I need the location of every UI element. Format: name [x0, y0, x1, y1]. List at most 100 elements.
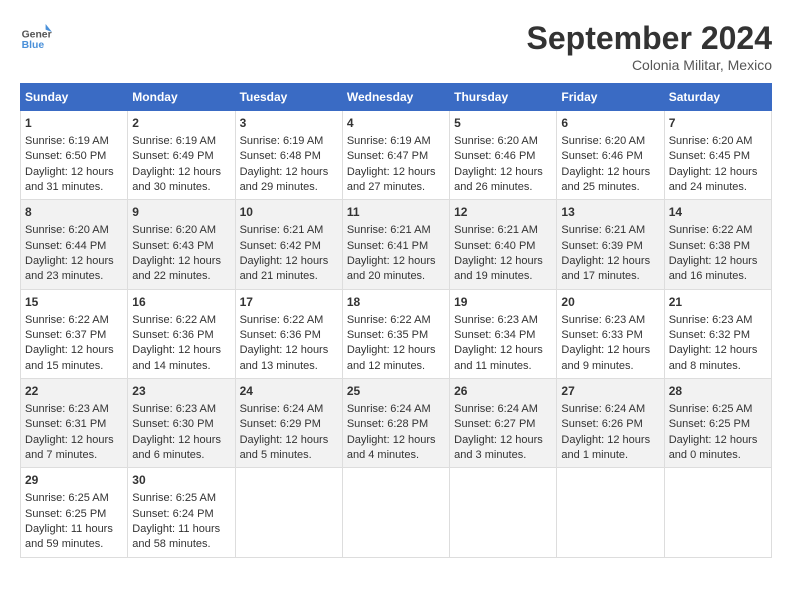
cell-info-line: and 11 minutes. [454, 359, 552, 374]
cell-info-line: and 0 minutes. [669, 448, 767, 463]
calendar-cell: 25Sunrise: 6:24 AMSunset: 6:28 PMDayligh… [342, 379, 449, 468]
day-number: 27 [561, 383, 659, 400]
day-number: 14 [669, 204, 767, 221]
calendar-cell: 30Sunrise: 6:25 AMSunset: 6:24 PMDayligh… [128, 468, 235, 557]
cell-info-line: Sunrise: 6:24 AM [561, 402, 659, 417]
calendar-title: September 2024 [527, 20, 772, 57]
cell-info-line: and 25 minutes. [561, 180, 659, 195]
generalblue-logo-icon: General Blue [20, 20, 52, 52]
cell-info-line: and 24 minutes. [669, 180, 767, 195]
cell-info-line: Sunrise: 6:25 AM [25, 491, 123, 506]
cell-info-line: Daylight: 12 hours [25, 165, 123, 180]
day-number: 1 [25, 115, 123, 132]
weekday-header-tuesday: Tuesday [235, 84, 342, 111]
cell-info-line: Sunset: 6:25 PM [669, 417, 767, 432]
cell-info-line: Sunset: 6:25 PM [25, 507, 123, 522]
day-number: 29 [25, 472, 123, 489]
cell-info-line: Daylight: 12 hours [240, 343, 338, 358]
weekday-header-wednesday: Wednesday [342, 84, 449, 111]
cell-info-line: Daylight: 12 hours [347, 433, 445, 448]
calendar-cell: 27Sunrise: 6:24 AMSunset: 6:26 PMDayligh… [557, 379, 664, 468]
cell-info-line: Sunset: 6:39 PM [561, 239, 659, 254]
cell-info-line: Sunrise: 6:19 AM [347, 134, 445, 149]
day-number: 17 [240, 294, 338, 311]
cell-info-line: Sunrise: 6:19 AM [240, 134, 338, 149]
cell-info-line: Sunset: 6:24 PM [132, 507, 230, 522]
cell-info-line: Sunset: 6:43 PM [132, 239, 230, 254]
cell-info-line: Daylight: 12 hours [132, 343, 230, 358]
cell-info-line: Sunrise: 6:20 AM [25, 223, 123, 238]
cell-info-line: Sunrise: 6:19 AM [25, 134, 123, 149]
cell-info-line: Sunrise: 6:21 AM [347, 223, 445, 238]
calendar-cell: 14Sunrise: 6:22 AMSunset: 6:38 PMDayligh… [664, 200, 771, 289]
cell-info-line: Daylight: 12 hours [454, 343, 552, 358]
day-number: 4 [347, 115, 445, 132]
cell-info-line: Daylight: 12 hours [561, 165, 659, 180]
cell-info-line: Sunrise: 6:20 AM [669, 134, 767, 149]
calendar-cell: 29Sunrise: 6:25 AMSunset: 6:25 PMDayligh… [21, 468, 128, 557]
cell-info-line: Sunrise: 6:21 AM [561, 223, 659, 238]
cell-info-line: Sunrise: 6:19 AM [132, 134, 230, 149]
day-number: 12 [454, 204, 552, 221]
cell-info-line: Sunset: 6:44 PM [25, 239, 123, 254]
day-number: 21 [669, 294, 767, 311]
cell-info-line: Sunset: 6:50 PM [25, 149, 123, 164]
cell-info-line: Sunset: 6:36 PM [132, 328, 230, 343]
svg-text:General: General [22, 30, 52, 41]
cell-info-line: Sunset: 6:49 PM [132, 149, 230, 164]
day-number: 2 [132, 115, 230, 132]
cell-info-line: and 26 minutes. [454, 180, 552, 195]
cell-info-line: and 23 minutes. [25, 269, 123, 284]
calendar-cell [664, 468, 771, 557]
calendar-cell: 6 Sunrise: 6:20 AMSunset: 6:46 PMDaylight… [557, 111, 664, 200]
calendar-cell: 9Sunrise: 6:20 AMSunset: 6:43 PMDaylight… [128, 200, 235, 289]
day-number: 6 [561, 115, 659, 132]
cell-info-line: and 21 minutes. [240, 269, 338, 284]
calendar-cell: 22Sunrise: 6:23 AMSunset: 6:31 PMDayligh… [21, 379, 128, 468]
cell-info-line: Daylight: 12 hours [25, 254, 123, 269]
calendar-week-row: 8Sunrise: 6:20 AMSunset: 6:44 PMDaylight… [21, 200, 772, 289]
cell-info-line: Sunset: 6:46 PM [561, 149, 659, 164]
cell-info-line: Daylight: 12 hours [454, 433, 552, 448]
cell-info-line: Sunrise: 6:21 AM [240, 223, 338, 238]
weekday-header-sunday: Sunday [21, 84, 128, 111]
cell-info-line: Daylight: 12 hours [25, 433, 123, 448]
day-number: 8 [25, 204, 123, 221]
calendar-cell [342, 468, 449, 557]
calendar-cell [235, 468, 342, 557]
day-number: 5 [454, 115, 552, 132]
cell-info-line: and 30 minutes. [132, 180, 230, 195]
calendar-cell: 1 Sunrise: 6:19 AMSunset: 6:50 PMDaylight… [21, 111, 128, 200]
day-number: 18 [347, 294, 445, 311]
calendar-title-block: September 2024 Colonia Militar, Mexico [527, 20, 772, 73]
cell-info-line: and 19 minutes. [454, 269, 552, 284]
cell-info-line: Sunset: 6:36 PM [240, 328, 338, 343]
calendar-cell: 12Sunrise: 6:21 AMSunset: 6:40 PMDayligh… [450, 200, 557, 289]
cell-info-line: Sunrise: 6:23 AM [132, 402, 230, 417]
cell-info-line: Daylight: 12 hours [561, 343, 659, 358]
day-number: 20 [561, 294, 659, 311]
day-number: 25 [347, 383, 445, 400]
calendar-cell: 23Sunrise: 6:23 AMSunset: 6:30 PMDayligh… [128, 379, 235, 468]
cell-info-line: Sunrise: 6:22 AM [347, 313, 445, 328]
weekday-header-saturday: Saturday [664, 84, 771, 111]
cell-info-line: Sunrise: 6:23 AM [454, 313, 552, 328]
cell-info-line: Sunset: 6:31 PM [25, 417, 123, 432]
cell-info-line: Daylight: 12 hours [669, 433, 767, 448]
cell-info-line: Sunrise: 6:22 AM [25, 313, 123, 328]
cell-info-line: Sunrise: 6:24 AM [240, 402, 338, 417]
cell-info-line: Sunrise: 6:21 AM [454, 223, 552, 238]
cell-info-line: Sunrise: 6:20 AM [561, 134, 659, 149]
cell-info-line: Daylight: 12 hours [561, 254, 659, 269]
cell-info-line: Sunrise: 6:20 AM [454, 134, 552, 149]
cell-info-line: and 29 minutes. [240, 180, 338, 195]
cell-info-line: and 16 minutes. [669, 269, 767, 284]
cell-info-line: Daylight: 12 hours [561, 433, 659, 448]
calendar-cell: 13Sunrise: 6:21 AMSunset: 6:39 PMDayligh… [557, 200, 664, 289]
calendar-header-row: SundayMondayTuesdayWednesdayThursdayFrid… [21, 84, 772, 111]
cell-info-line: Sunrise: 6:23 AM [561, 313, 659, 328]
cell-info-line: Sunrise: 6:22 AM [240, 313, 338, 328]
calendar-cell: 5Sunrise: 6:20 AMSunset: 6:46 PMDaylight… [450, 111, 557, 200]
weekday-header-monday: Monday [128, 84, 235, 111]
cell-info-line: and 1 minute. [561, 448, 659, 463]
